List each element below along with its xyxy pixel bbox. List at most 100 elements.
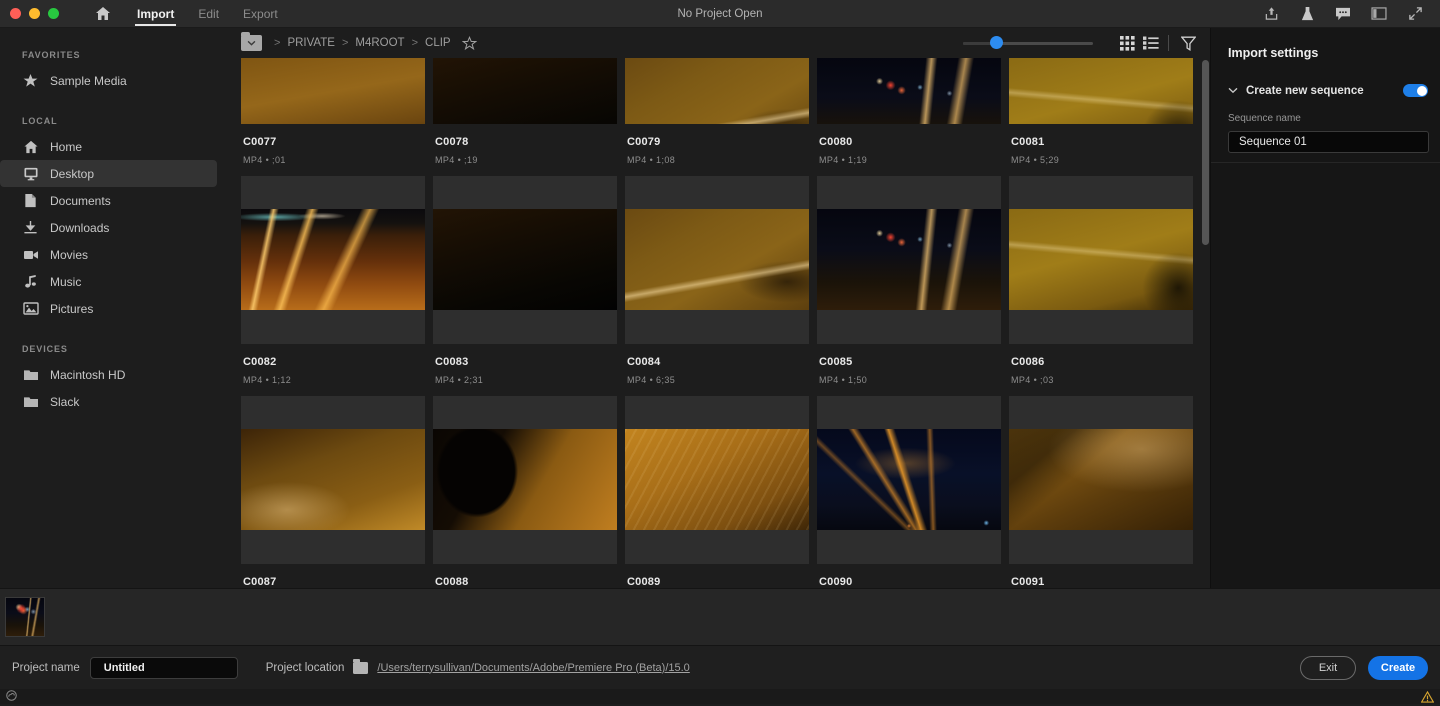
clip-name: C0085 xyxy=(819,356,853,368)
add-favorite-button[interactable] xyxy=(461,34,479,52)
clip-thumbnail[interactable] xyxy=(817,176,1001,344)
create-new-sequence-toggle[interactable] xyxy=(1403,84,1428,97)
clip-card[interactable]: C0091 MP4 • 1;00 xyxy=(1009,396,1193,588)
folder-icon[interactable] xyxy=(353,659,369,674)
sidebar-item-desktop[interactable]: Desktop xyxy=(0,160,217,187)
clip-thumbnail[interactable] xyxy=(817,58,1001,124)
star-icon xyxy=(22,72,39,89)
sidebar-item-movies[interactable]: Movies xyxy=(0,241,217,268)
sidebar-item-downloads[interactable]: Downloads xyxy=(0,214,217,241)
chevron-down-icon[interactable] xyxy=(1228,87,1240,94)
clip-card[interactable]: C0089 MP4 • ;40 xyxy=(625,396,809,588)
download-icon xyxy=(22,219,39,236)
creative-cloud-icon[interactable] xyxy=(6,688,17,706)
clip-thumbnail[interactable] xyxy=(241,58,425,124)
exit-button[interactable]: Exit xyxy=(1300,655,1356,680)
folder-dropdown-icon[interactable] xyxy=(241,32,262,51)
clip-thumbnail[interactable] xyxy=(625,176,809,344)
clip-grid-row-1: C0077 MP4 • ;01 C0078 MP4 • ;19 C0079 MP… xyxy=(229,58,1210,165)
project-name-label: Project name xyxy=(12,661,80,674)
sidebar-item-slack[interactable]: Slack xyxy=(0,388,217,415)
thumbnail-media xyxy=(1009,58,1193,124)
feedback-button[interactable] xyxy=(1330,3,1356,25)
labs-button[interactable] xyxy=(1294,3,1320,25)
clip-thumbnail[interactable] xyxy=(241,396,425,564)
titlebar-actions[interactable] xyxy=(1258,3,1440,25)
panel-layout-button[interactable] xyxy=(1366,3,1392,25)
clip-thumbnail[interactable] xyxy=(433,176,617,344)
list-view-button[interactable] xyxy=(1139,32,1163,54)
folder-icon xyxy=(22,366,39,383)
thumbnail-zoom-slider[interactable] xyxy=(963,36,1093,50)
tab-export[interactable]: Export xyxy=(231,0,290,28)
window-controls[interactable] xyxy=(0,8,59,19)
breadcrumb-private[interactable]: PRIVATE xyxy=(287,37,335,49)
breadcrumb-m4root[interactable]: M4ROOT xyxy=(355,37,404,49)
clip-thumbnail[interactable] xyxy=(1009,176,1193,344)
clip-card[interactable]: C0082 MP4 • 1;12 xyxy=(241,176,425,385)
clip-thumbnail[interactable] xyxy=(1009,396,1193,564)
slider-handle[interactable] xyxy=(990,36,1003,49)
clip-thumbnail[interactable] xyxy=(433,58,617,124)
warning-indicator[interactable] xyxy=(1421,690,1434,703)
clip-thumbnail[interactable] xyxy=(625,396,809,564)
sequence-name-label: Sequence name xyxy=(1228,113,1301,124)
clip-card[interactable]: C0083 MP4 • 2;31 xyxy=(433,176,617,385)
clip-thumbnail[interactable] xyxy=(1009,58,1193,124)
fullscreen-button[interactable] xyxy=(1402,3,1428,25)
clip-card[interactable]: C0085 MP4 • 1;50 xyxy=(817,176,1001,385)
sidebar-section-devices-title: DEVICES xyxy=(22,344,68,354)
sidebar-item-macintosh-hd[interactable]: Macintosh HD xyxy=(0,361,217,388)
grid-view-icon xyxy=(1119,35,1135,51)
tab-import[interactable]: Import xyxy=(125,0,186,28)
clip-card[interactable]: C0079 MP4 • 1;08 xyxy=(625,58,809,165)
sidebar-item-pictures[interactable]: Pictures xyxy=(0,295,217,322)
create-button[interactable]: Create xyxy=(1368,655,1428,680)
clip-thumbnail[interactable] xyxy=(433,396,617,564)
sidebar-item-label: Documents xyxy=(50,193,111,208)
grid-view-button[interactable] xyxy=(1115,32,1139,54)
project-name-input[interactable]: Untitled xyxy=(89,656,238,679)
sidebar-item-home[interactable]: Home xyxy=(0,133,217,160)
clip-card[interactable]: C0078 MP4 • ;19 xyxy=(433,58,617,165)
close-window-button[interactable] xyxy=(10,8,21,19)
project-location-path[interactable]: /Users/terrysullivan/Documents/Adobe/Pre… xyxy=(377,662,689,674)
tab-edit[interactable]: Edit xyxy=(186,0,231,28)
clip-metadata: MP4 • ;01 xyxy=(243,155,286,165)
clip-thumbnail[interactable] xyxy=(625,58,809,124)
clip-grid-row-2: C0082 MP4 • 1;12 C0083 MP4 • 2;31 C0084 … xyxy=(229,176,1210,385)
home-icon xyxy=(22,138,39,155)
vertical-scrollbar[interactable] xyxy=(1202,60,1209,245)
clip-card[interactable]: C0088 MP4 • ;47 xyxy=(433,396,617,588)
thumbnail-media xyxy=(241,429,425,530)
mode-tabs[interactable]: Import Edit Export xyxy=(125,0,290,28)
sidebar-item-documents[interactable]: Documents xyxy=(0,187,217,214)
minimize-window-button[interactable] xyxy=(29,8,40,19)
home-button[interactable] xyxy=(89,0,117,28)
create-new-sequence-row[interactable]: Create new sequence xyxy=(1211,84,1440,97)
share-button[interactable] xyxy=(1258,3,1284,25)
clip-card[interactable]: C0087 MP4 • 1;23 xyxy=(241,396,425,588)
clip-name: C0089 xyxy=(627,576,661,588)
sequence-name-input[interactable]: Sequence 01 xyxy=(1228,131,1429,153)
sidebar-item-label: Macintosh HD xyxy=(50,367,126,382)
clip-thumbnail[interactable] xyxy=(817,396,1001,564)
sidebar-item-music[interactable]: Music xyxy=(0,268,217,295)
clip-card[interactable]: C0077 MP4 • ;01 xyxy=(241,58,425,165)
beaker-icon xyxy=(1301,6,1313,20)
filter-button[interactable] xyxy=(1176,32,1200,54)
clip-card[interactable]: C0080 MP4 • 1;19 xyxy=(817,58,1001,165)
clip-name: C0088 xyxy=(435,576,469,588)
sidebar-item-sample-media[interactable]: Sample Media xyxy=(0,67,217,94)
status-bar xyxy=(0,689,1440,704)
maximize-window-button[interactable] xyxy=(48,8,59,19)
breadcrumb-clip[interactable]: CLIP xyxy=(425,37,451,49)
clip-thumbnail[interactable] xyxy=(241,176,425,344)
clip-card[interactable]: C0081 MP4 • 5;29 xyxy=(1009,58,1193,165)
clip-card[interactable]: C0086 MP4 • ;03 xyxy=(1009,176,1193,385)
clip-card[interactable]: C0084 MP4 • 6;35 xyxy=(625,176,809,385)
list-item[interactable] xyxy=(5,597,45,637)
clip-card[interactable]: C0090 MP4 • 1;07 xyxy=(817,396,1001,588)
selected-clips-filmstrip[interactable] xyxy=(0,588,1440,645)
clip-grid-scroll-area[interactable]: C0077 MP4 • ;01 C0078 MP4 • ;19 C0079 MP… xyxy=(229,58,1210,588)
